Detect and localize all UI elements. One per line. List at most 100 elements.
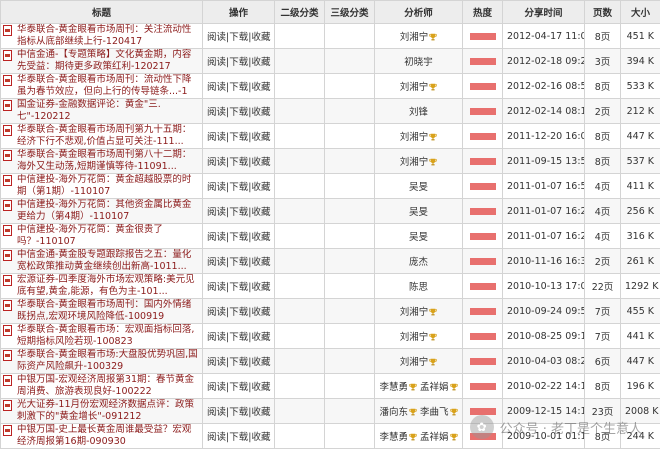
header-cat3[interactable]: 三级分类 [324, 0, 375, 24]
table-row[interactable]: 华泰联合-黄金眼看市场周刊：流动性下降虽为春节效应，但向上行的传导链条...-1… [0, 73, 660, 99]
analyst-name[interactable]: 刘湘宁 [400, 82, 429, 93]
report-title-link[interactable]: 华泰联合-黄金眼看市场周刊：国内外情绪既拐点,宏观环境风险降低-100919 [17, 300, 198, 323]
report-title-link[interactable]: 中银万国-宏观经济周报第31期：春节黄金周消费、旅游表现良好-100222 [17, 375, 198, 398]
favorite-link[interactable]: 收藏 [251, 207, 270, 218]
table-row[interactable]: 华泰联合-黄金眼看市场：宏观面指标回落,短期指标风险若现-100823 阅读|下载… [0, 323, 660, 349]
table-row[interactable]: 华泰联合-黄金眼看市场周刊：关注流动性指标从底部继续上行-120417 阅读|下载… [0, 23, 660, 49]
analyst-name[interactable]: 刘湘宁 [400, 32, 429, 43]
favorite-link[interactable]: 收藏 [251, 57, 270, 68]
cell-title[interactable]: 光大证券-11月份宏观经济数据点评：政策刺激下的"黄金增长"-091212 [0, 398, 203, 424]
analyst-name[interactable]: 刘湘宁 [400, 157, 429, 168]
download-link[interactable]: 下载 [229, 132, 248, 143]
favorite-link[interactable]: 收藏 [251, 132, 270, 143]
cell-title[interactable]: 华泰联合-黄金眼看市场：宏观面指标回落,短期指标风险若现-100823 [0, 323, 203, 349]
favorite-link[interactable]: 收藏 [251, 307, 270, 318]
download-link[interactable]: 下载 [229, 232, 248, 243]
analyst-name[interactable]: 孟祥娟 [420, 432, 449, 443]
download-link[interactable]: 下载 [229, 282, 248, 293]
favorite-link[interactable]: 收藏 [251, 157, 270, 168]
cell-title[interactable]: 华泰联合-黄金眼看市场:大盘股优势巩固,国际资产风险飙升-100329 [0, 348, 203, 374]
table-row[interactable]: 宏源证券-四季度海外市场宏观策略:美元见底有望,黄金,能源，有色为主-101..… [0, 273, 660, 299]
cell-title[interactable]: 华泰联合-黄金眼看市场周刊：国内外情绪既拐点,宏观环境风险降低-100919 [0, 298, 203, 324]
report-title-link[interactable]: 宏源证券-四季度海外市场宏观策略:美元见底有望,黄金,能源，有色为主-101..… [17, 275, 198, 298]
analyst-name[interactable]: 李慧勇 [379, 432, 408, 443]
favorite-link[interactable]: 收藏 [251, 282, 270, 293]
analyst-name[interactable]: 刘锋 [409, 107, 428, 118]
analyst-name[interactable]: 陈思 [409, 282, 428, 293]
read-link[interactable]: 阅读 [207, 157, 226, 168]
favorite-link[interactable]: 收藏 [251, 257, 270, 268]
cell-title[interactable]: 中信金通-黄金股专题跟踪报告之五：量化宽松政策推动黄金继续创出新高-1011..… [0, 248, 203, 274]
table-row[interactable]: 国金证券-金融数据评论：黄金"三.七"-120212 阅读|下载|收藏 刘锋 2012… [0, 98, 660, 124]
report-title-link[interactable]: 国金证券-金融数据评论：黄金"三.七"-120212 [17, 100, 198, 123]
read-link[interactable]: 阅读 [207, 207, 226, 218]
analyst-name[interactable]: 刘湘宁 [400, 357, 429, 368]
report-title-link[interactable]: 中信金通-黄金股专题跟踪报告之五：量化宽松政策推动黄金继续创出新高-1011..… [17, 250, 198, 273]
header-title[interactable]: 标题 [0, 0, 203, 24]
favorite-link[interactable]: 收藏 [251, 332, 270, 343]
analyst-name[interactable]: 李曲飞 [420, 407, 449, 418]
read-link[interactable]: 阅读 [207, 282, 226, 293]
report-title-link[interactable]: 华泰联合-黄金眼看市场周刊：关注流动性指标从底部继续上行-120417 [17, 25, 198, 48]
cell-title[interactable]: 中信金通-【专题策略】文化黄金期，内容先受益：期待更多政策红利-120217 [0, 48, 203, 74]
cell-title[interactable]: 华泰联合-黄金眼看市场周刊第八十二期：海外又生动荡,短期谨慎等待-11091..… [0, 148, 203, 174]
download-link[interactable]: 下载 [229, 257, 248, 268]
report-title-link[interactable]: 中银万国-史上最长黄金周谁最受益？宏观经济周报第16期-090930 [17, 425, 198, 448]
download-link[interactable]: 下载 [229, 407, 248, 418]
read-link[interactable]: 阅读 [207, 182, 226, 193]
favorite-link[interactable]: 收藏 [251, 432, 270, 443]
favorite-link[interactable]: 收藏 [251, 107, 270, 118]
analyst-name[interactable]: 刘湘宁 [400, 332, 429, 343]
header-time[interactable]: 分享时间 [502, 0, 585, 24]
report-title-link[interactable]: 中信建投-海外万花筒：黄金很贵了吗？-110107 [17, 225, 198, 248]
analyst-name[interactable]: 潘向东 [379, 407, 408, 418]
download-link[interactable]: 下载 [229, 332, 248, 343]
read-link[interactable]: 阅读 [207, 382, 226, 393]
download-link[interactable]: 下载 [229, 82, 248, 93]
cell-title[interactable]: 宏源证券-四季度海外市场宏观策略:美元见底有望,黄金,能源，有色为主-101..… [0, 273, 203, 299]
report-title-link[interactable]: 华泰联合-黄金眼看市场：宏观面指标回落,短期指标风险若现-100823 [17, 325, 198, 348]
favorite-link[interactable]: 收藏 [251, 182, 270, 193]
read-link[interactable]: 阅读 [207, 307, 226, 318]
header-cat2[interactable]: 二级分类 [274, 0, 325, 24]
read-link[interactable]: 阅读 [207, 257, 226, 268]
favorite-link[interactable]: 收藏 [251, 232, 270, 243]
table-row[interactable]: 华泰联合-黄金眼看市场周刊第八十二期：海外又生动荡,短期谨慎等待-11091..… [0, 148, 660, 174]
analyst-name[interactable]: 刘湘宁 [400, 132, 429, 143]
cell-title[interactable]: 华泰联合-黄金眼看市场周刊：流动性下降虽为春节效应，但向上行的传导链条...-1 [0, 73, 203, 99]
favorite-link[interactable]: 收藏 [251, 382, 270, 393]
read-link[interactable]: 阅读 [207, 232, 226, 243]
table-row[interactable]: 中信建投-海外万花筒：黄金很贵了吗？-110107 阅读|下载|收藏 吴旻 2011-… [0, 223, 660, 249]
header-size[interactable]: 大小 [620, 0, 660, 24]
read-link[interactable]: 阅读 [207, 107, 226, 118]
favorite-link[interactable]: 收藏 [251, 407, 270, 418]
table-row[interactable]: 中信金通-【专题策略】文化黄金期，内容先受益：期待更多政策红利-120217 阅读… [0, 48, 660, 74]
analyst-name[interactable]: 吴旻 [409, 182, 428, 193]
cell-title[interactable]: 华泰联合-黄金眼看市场周刊第九十五期：经济下行不悲观,价值占显可关注-111..… [0, 123, 203, 149]
download-link[interactable]: 下载 [229, 32, 248, 43]
report-title-link[interactable]: 中信建投-海外万花筒：黄金超越股票的时期（第1期）-110107 [17, 175, 198, 198]
download-link[interactable]: 下载 [229, 107, 248, 118]
cell-title[interactable]: 中信建投-海外万花筒：黄金很贵了吗？-110107 [0, 223, 203, 249]
table-row[interactable]: 中信建投-海外万花筒：黄金超越股票的时期（第1期）-110107 阅读|下载|收藏… [0, 173, 660, 199]
analyst-name[interactable]: 孟祥娟 [420, 382, 449, 393]
report-title-link[interactable]: 中信建投-海外万花筒：其他资金属比黄金更给力（第4期）-110107 [17, 200, 198, 223]
read-link[interactable]: 阅读 [207, 332, 226, 343]
favorite-link[interactable]: 收藏 [251, 32, 270, 43]
analyst-name[interactable]: 刘湘宁 [400, 307, 429, 318]
table-row[interactable]: 华泰联合-黄金眼看市场:大盘股优势巩固,国际资产风险飙升-100329 阅读|下载… [0, 348, 660, 374]
download-link[interactable]: 下载 [229, 207, 248, 218]
cell-title[interactable]: 中银万国-史上最长黄金周谁最受益？宏观经济周报第16期-090930 [0, 423, 203, 449]
download-link[interactable]: 下载 [229, 182, 248, 193]
header-heat[interactable]: 热度 [462, 0, 503, 24]
analyst-name[interactable]: 李慧勇 [379, 382, 408, 393]
table-row[interactable]: 中信建投-海外万花筒：其他资金属比黄金更给力（第4期）-110107 阅读|下载|… [0, 198, 660, 224]
report-title-link[interactable]: 光大证券-11月份宏观经济数据点评：政策刺激下的"黄金增长"-091212 [17, 400, 198, 423]
cell-title[interactable]: 华泰联合-黄金眼看市场周刊：关注流动性指标从底部继续上行-120417 [0, 23, 203, 49]
analyst-name[interactable]: 庞杰 [409, 257, 428, 268]
read-link[interactable]: 阅读 [207, 32, 226, 43]
download-link[interactable]: 下载 [229, 57, 248, 68]
download-link[interactable]: 下载 [229, 382, 248, 393]
read-link[interactable]: 阅读 [207, 132, 226, 143]
read-link[interactable]: 阅读 [207, 82, 226, 93]
